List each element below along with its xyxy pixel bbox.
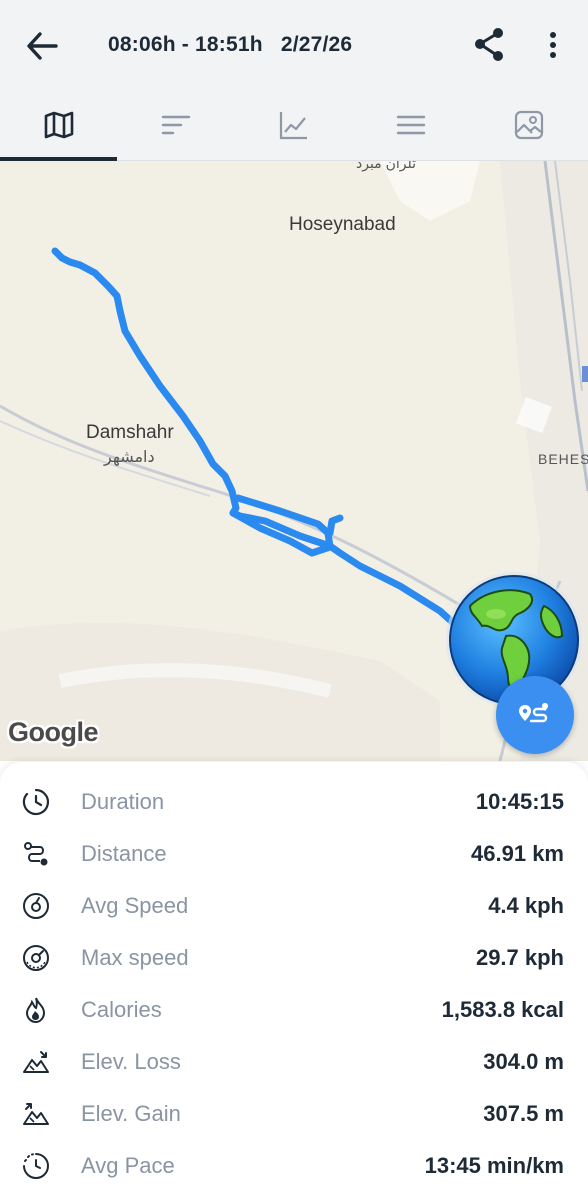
stats-panel: Duration 10:45:15 Distance 46.91 km Avg … xyxy=(0,762,588,1200)
route-button[interactable] xyxy=(496,676,574,754)
stat-value: 1,583.8 kcal xyxy=(441,997,564,1022)
elevation-loss-icon xyxy=(23,1051,49,1073)
stat-row-calories: Calories 1,583.8 kcal xyxy=(0,984,588,1036)
pace-clock-icon xyxy=(23,1153,49,1179)
stat-label: Avg Pace xyxy=(81,1153,175,1178)
tab-map[interactable] xyxy=(0,90,117,160)
stat-value: 46.91 km xyxy=(471,841,564,866)
tab-details[interactable] xyxy=(352,90,469,160)
map-label-hoseynabad: Hoseynabad xyxy=(289,214,396,235)
tab-bar xyxy=(0,90,588,161)
stat-label: Duration xyxy=(81,789,165,814)
route-icon xyxy=(24,842,48,866)
stat-row-avg-pace: Avg Pace 13:45 min/km xyxy=(0,1140,588,1192)
more-vertical-icon xyxy=(550,32,556,58)
page-title: 08:06h - 18:51h 2/27/26 xyxy=(108,33,353,56)
sort-lines-icon xyxy=(161,115,190,135)
clock-icon xyxy=(22,788,49,816)
menu-lines-icon xyxy=(396,115,425,135)
map-icon xyxy=(44,111,73,139)
map-view[interactable]: تلران مبرد Hoseynabad Damshahr دامشهر BE… xyxy=(0,161,588,761)
stat-row-avg-speed: Avg Speed 4.4 kph xyxy=(0,880,588,932)
stat-value: 10:45:15 xyxy=(475,789,564,814)
image-icon xyxy=(514,110,543,140)
app-bar: 08:06h - 18:51h 2/27/26 xyxy=(0,0,588,90)
flame-icon xyxy=(25,997,46,1024)
more-options-button[interactable] xyxy=(538,24,568,66)
stat-value: 29.7 kph xyxy=(475,945,564,970)
stat-row-duration: Duration 10:45:15 xyxy=(0,776,588,828)
stat-row-elev-loss: Elev. Loss 304.0 m xyxy=(0,1036,588,1088)
speed-gauge-icon xyxy=(23,893,49,919)
route-pin-icon xyxy=(519,703,548,723)
stat-row-max-speed: Max speed 29.7 kph xyxy=(0,932,588,984)
share-icon xyxy=(475,28,503,61)
stat-row-elev-gain: Elev. Gain 307.5 m xyxy=(0,1088,588,1140)
stat-value: 4.4 kph xyxy=(488,893,564,918)
stat-label: Max speed xyxy=(81,945,189,970)
stat-label: Elev. Loss xyxy=(81,1049,181,1074)
stat-label: Distance xyxy=(81,841,167,866)
stat-row-distance: Distance 46.91 km xyxy=(0,828,588,880)
stat-label: Calories xyxy=(81,997,162,1022)
arrow-left-icon xyxy=(27,32,58,60)
speed-max-icon xyxy=(23,945,49,971)
tab-chart[interactable] xyxy=(235,90,352,160)
map-label-damshahr: Damshahr xyxy=(86,422,174,443)
tab-segments[interactable] xyxy=(117,90,234,160)
stat-value: 304.0 m xyxy=(483,1049,564,1074)
map-label-top-fa: تلران مبرد xyxy=(356,161,416,171)
elevation-gain-icon xyxy=(23,1103,49,1125)
back-button[interactable] xyxy=(22,26,62,66)
stat-label: Elev. Gain xyxy=(81,1101,181,1126)
stat-value: 13:45 min/km xyxy=(424,1153,564,1178)
share-button[interactable] xyxy=(468,24,510,66)
tab-photos[interactable] xyxy=(470,90,587,160)
stat-value: 307.5 m xyxy=(483,1101,564,1126)
map-label-damshahr-fa: دامشهر xyxy=(104,449,155,466)
stat-label: Avg Speed xyxy=(81,893,189,918)
google-logo: Google xyxy=(8,717,99,747)
map-label-behesh: BEHES xyxy=(538,451,588,467)
chart-line-icon xyxy=(279,112,307,140)
